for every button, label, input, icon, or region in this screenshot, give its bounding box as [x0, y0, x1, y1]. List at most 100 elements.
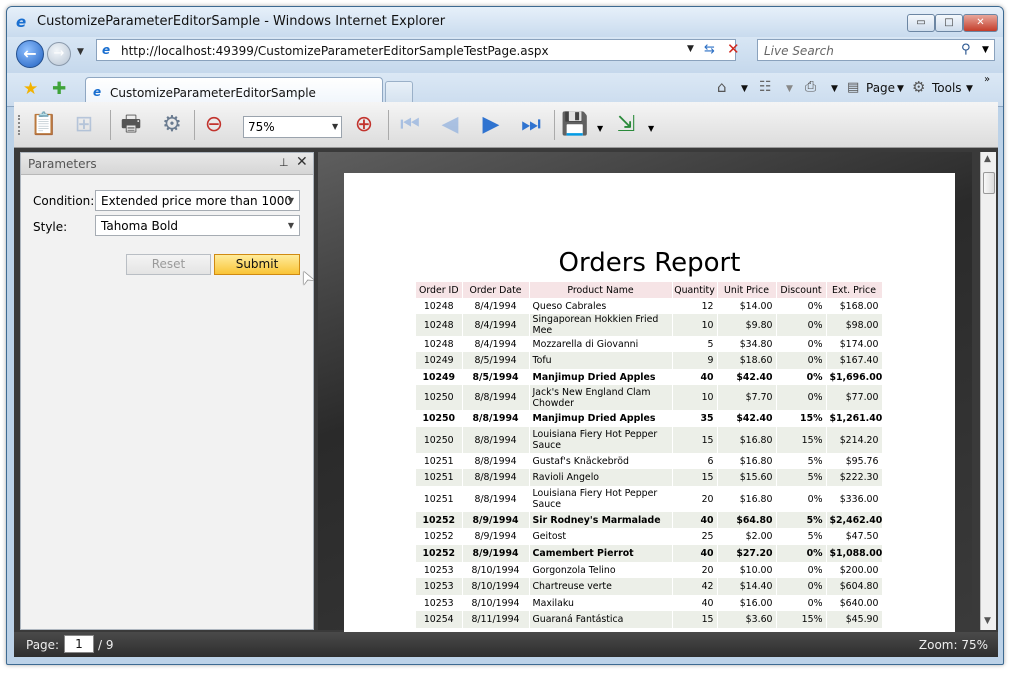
- last-page-icon[interactable]: ⏭: [515, 109, 547, 141]
- pin-icon[interactable]: ⊥: [279, 156, 289, 169]
- table-cell: Tofu: [529, 352, 673, 369]
- first-page-icon[interactable]: ⏮: [394, 109, 426, 141]
- tools-dropdown-icon[interactable]: ▼: [966, 84, 973, 94]
- column-header: Discount: [776, 282, 827, 298]
- column-header: Quantity: [672, 282, 718, 298]
- forward-button[interactable]: →: [47, 42, 71, 66]
- table-cell: $34.80: [717, 336, 777, 352]
- home-icon[interactable]: ⌂: [717, 78, 727, 96]
- search-dropdown-icon[interactable]: ▼: [982, 45, 989, 55]
- table-cell: $98.00: [826, 314, 883, 336]
- zoom-out-icon[interactable]: ⊖: [198, 109, 230, 141]
- page-content: 📋 ⊞ 🖶 ⚙ ⊖ 75% ▼ ⊕ ⏮ ◀ ▶ ⏭ 💾 ▼ ⇲ ▼ Parame…: [14, 102, 998, 657]
- scroll-up-icon[interactable]: ▲: [984, 154, 991, 164]
- export-dropdown-icon[interactable]: ▼: [648, 124, 654, 133]
- table-cell: Ravioli Angelo: [529, 469, 673, 486]
- address-bar[interactable]: e http://localhost:49399/CustomizeParame…: [96, 39, 740, 61]
- table-cell: 10251: [416, 453, 463, 469]
- search-icon[interactable]: ⚲: [961, 42, 971, 57]
- add-favorite-icon[interactable]: ✚: [52, 79, 66, 99]
- favorites-star-icon[interactable]: ★: [23, 79, 38, 99]
- zoom-dropdown-icon[interactable]: ▼: [332, 122, 338, 131]
- style-select[interactable]: Tahoma Bold ▼: [95, 215, 300, 236]
- table-cell: Singaporean Hokkien Fried Mee: [529, 314, 673, 336]
- recent-pages-dropdown-icon[interactable]: ▼: [77, 47, 84, 57]
- document-map-icon[interactable]: ⊞: [68, 109, 100, 141]
- print-icon[interactable]: ⎙: [805, 79, 816, 95]
- more-commands-icon[interactable]: »: [984, 74, 990, 85]
- feeds-icon[interactable]: ☷: [759, 79, 772, 95]
- maximize-button[interactable]: □: [935, 14, 963, 32]
- feeds-dropdown-icon[interactable]: ▼: [786, 84, 793, 94]
- toolbar-separator: [194, 110, 195, 140]
- table-cell: Jack's New England Clam Chowder: [529, 385, 673, 410]
- table-cell: 15: [672, 469, 718, 486]
- close-window-button[interactable]: ✕: [963, 14, 998, 32]
- chevron-down-icon[interactable]: ▼: [288, 221, 294, 230]
- vertical-scrollbar[interactable]: ▲ ▼: [980, 152, 996, 630]
- parameters-panel-header: Parameters ⊥ ✕: [21, 153, 313, 175]
- table-cell: 8/10/1994: [462, 562, 530, 578]
- table-row: 10250 8/8/1994 Manjimup Dried Apples 35 $42.…: [416, 410, 883, 427]
- tools-gear-icon[interactable]: ⚙: [912, 78, 925, 96]
- condition-select[interactable]: Extended price more than 1000 ▼: [95, 190, 300, 211]
- table-cell: 8/8/1994: [462, 410, 530, 427]
- page-menu-button[interactable]: Page: [866, 81, 895, 95]
- tools-menu-button[interactable]: Tools: [932, 81, 962, 95]
- next-page-icon[interactable]: ▶: [475, 109, 507, 141]
- toolbar-grip[interactable]: [18, 115, 22, 135]
- scroll-down-icon[interactable]: ▼: [984, 616, 991, 626]
- page-number-input[interactable]: 1: [64, 635, 94, 653]
- page-label: Page:: [26, 638, 60, 652]
- column-header: Ext. Price: [826, 282, 883, 298]
- back-button[interactable]: ←: [16, 40, 44, 68]
- zoom-select[interactable]: 75% ▼: [243, 116, 342, 138]
- refresh-icon[interactable]: ⇆: [704, 42, 715, 57]
- stop-icon[interactable]: ✕: [727, 40, 740, 58]
- table-cell: 25: [672, 528, 718, 545]
- table-row: 10253 8/10/1994 Maxilaku 40 $16.00 0% $640.00: [416, 595, 883, 611]
- page-setup-icon[interactable]: ⚙: [156, 109, 188, 141]
- table-row: 10253 8/10/1994 Chartreuse verte 42 $14.40 0%…: [416, 578, 883, 595]
- condition-label: Condition:: [33, 194, 95, 208]
- table-cell: $640.00: [826, 595, 883, 611]
- table-cell: $9.80: [717, 314, 777, 336]
- home-dropdown-icon[interactable]: ▼: [741, 84, 748, 94]
- search-box[interactable]: Live Search ⚲ ▼: [757, 39, 995, 61]
- address-url[interactable]: http://localhost:49399/CustomizeParamete…: [121, 44, 549, 58]
- export-icon[interactable]: ⇲: [610, 109, 642, 141]
- report-page: Orders Report Order ID Order Date Produc…: [344, 173, 955, 633]
- table-cell: 10252: [416, 545, 463, 562]
- table-cell: 0%: [776, 352, 827, 369]
- table-cell: Guaraná Fantástica: [529, 611, 673, 628]
- reset-button[interactable]: Reset: [126, 254, 211, 275]
- zoom-in-icon[interactable]: ⊕: [348, 109, 380, 141]
- minimize-button[interactable]: ▭: [907, 14, 935, 32]
- search-input[interactable]: Live Search: [764, 44, 834, 58]
- address-dropdown-icon[interactable]: ▼: [687, 44, 694, 54]
- chevron-down-icon[interactable]: ▼: [288, 196, 294, 205]
- table-cell: $64.80: [717, 512, 777, 528]
- scroll-thumb[interactable]: [983, 172, 995, 194]
- table-cell: $214.20: [826, 427, 883, 453]
- table-row: 10252 8/9/1994 Geitost 25 $2.00 5% $47.50: [416, 528, 883, 545]
- table-cell: $27.20: [717, 545, 777, 562]
- table-row: 10248 8/4/1994 Mozzarella di Giovanni 5 $34.…: [416, 336, 883, 352]
- table-cell: 5%: [776, 528, 827, 545]
- page-dropdown-icon[interactable]: ▼: [897, 84, 904, 94]
- table-cell: $16.80: [717, 427, 777, 453]
- print-report-icon[interactable]: 🖶: [115, 109, 147, 141]
- previous-page-icon[interactable]: ◀: [434, 109, 466, 141]
- print-dropdown-icon[interactable]: ▼: [831, 84, 838, 94]
- close-icon[interactable]: ✕: [296, 154, 308, 170]
- table-cell: 10250: [416, 427, 463, 453]
- table-cell: 0%: [776, 298, 827, 314]
- parameters-icon[interactable]: 📋: [28, 109, 60, 141]
- table-cell: $18.60: [717, 352, 777, 369]
- save-icon[interactable]: 💾: [559, 109, 591, 141]
- table-cell: $14.00: [717, 298, 777, 314]
- page-menu-icon[interactable]: ▤: [847, 80, 859, 95]
- save-dropdown-icon[interactable]: ▼: [597, 124, 603, 133]
- table-cell: 0%: [776, 385, 827, 410]
- submit-button[interactable]: Submit: [214, 254, 300, 275]
